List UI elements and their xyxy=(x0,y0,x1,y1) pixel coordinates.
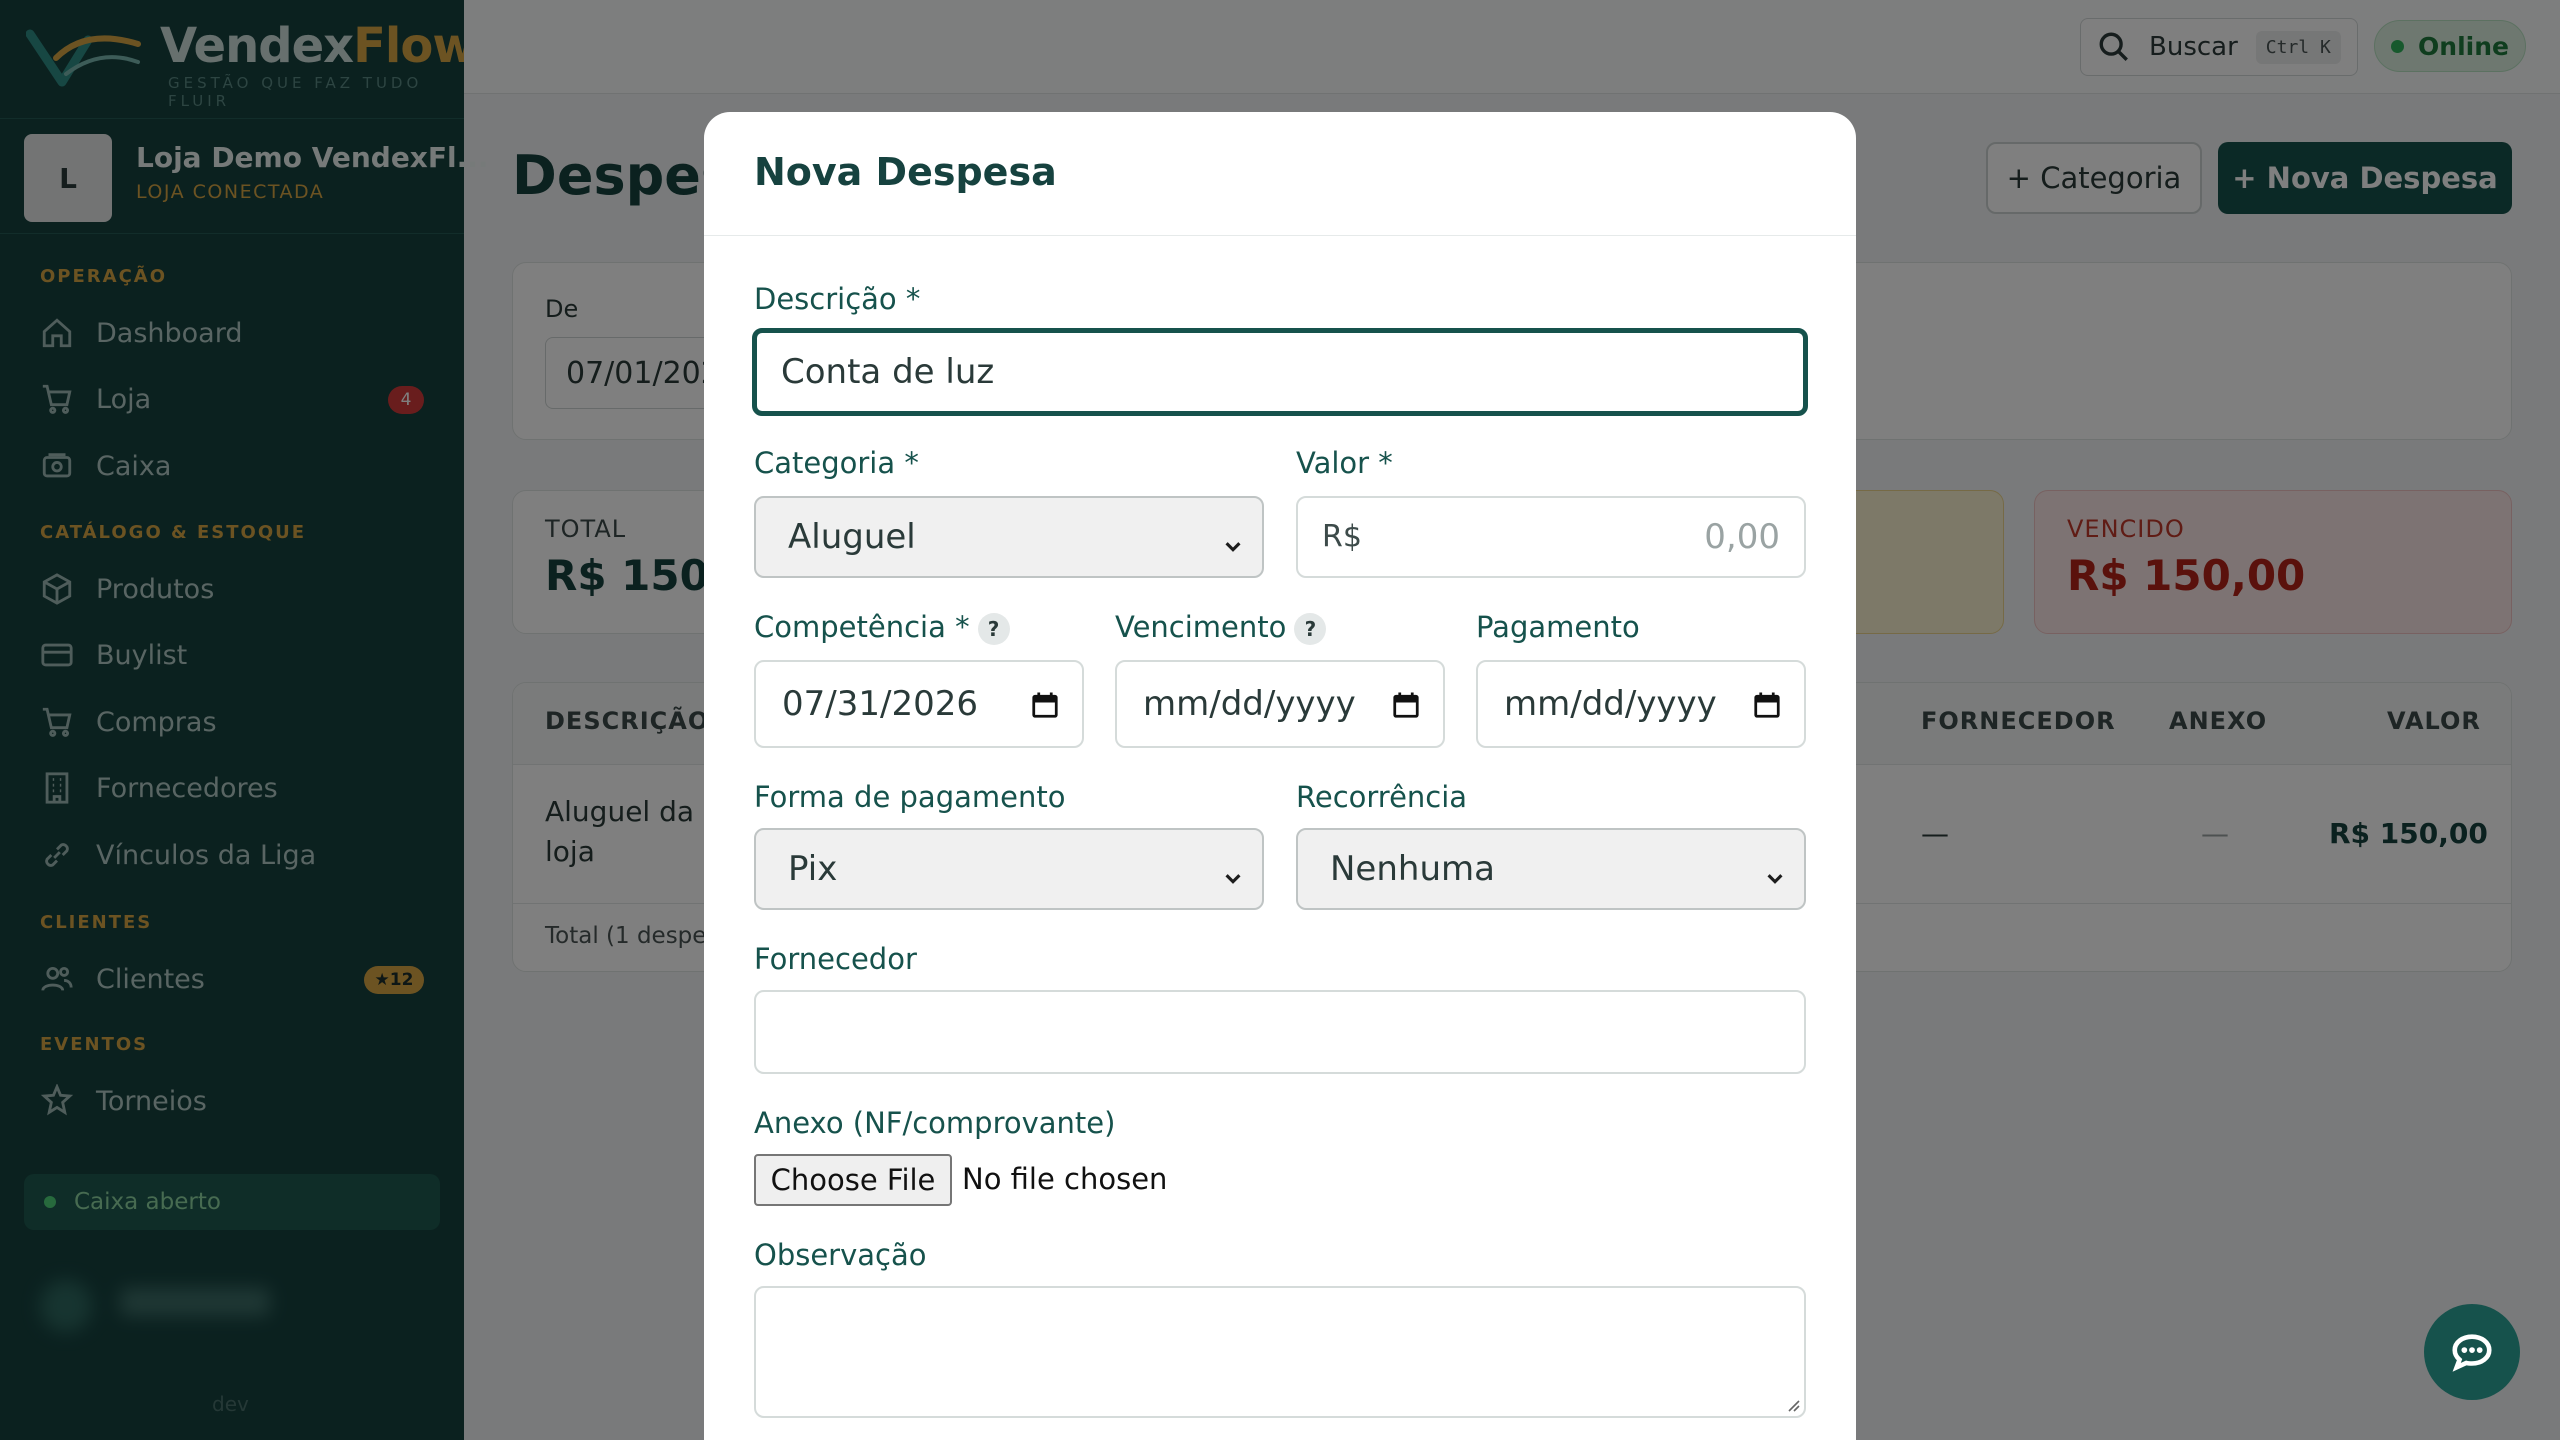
chevron-down-icon xyxy=(1764,858,1786,884)
new-expense-modal: Nova Despesa Descrição * Conta de luz Ca… xyxy=(704,112,1856,1440)
competence-label: Competência *? xyxy=(754,610,1010,645)
category-label: Categoria * xyxy=(754,446,919,480)
supplier-input[interactable] xyxy=(754,990,1806,1074)
modal-title: Nova Despesa xyxy=(754,150,1057,194)
supplier-label: Fornecedor xyxy=(754,942,917,976)
chat-button[interactable] xyxy=(2424,1304,2520,1400)
calendar-icon[interactable] xyxy=(1391,689,1421,719)
notes-textarea[interactable] xyxy=(754,1286,1806,1418)
modal-header: Nova Despesa xyxy=(704,112,1856,236)
due-label: Vencimento? xyxy=(1115,610,1327,645)
notes-label: Observação xyxy=(754,1238,927,1272)
chevron-down-icon xyxy=(1222,858,1244,884)
file-status: No file chosen xyxy=(962,1162,1168,1196)
calendar-icon[interactable] xyxy=(1030,689,1060,719)
calendar-icon[interactable] xyxy=(1752,689,1782,719)
category-select[interactable]: Aluguel xyxy=(754,496,1264,578)
payment-method-select[interactable]: Pix xyxy=(754,828,1264,910)
help-icon[interactable]: ? xyxy=(977,613,1010,645)
amount-input[interactable]: R$ 0,00 xyxy=(1296,496,1806,578)
recurrence-select[interactable]: Nenhuma xyxy=(1296,828,1806,910)
attachment-label: Anexo (NF/comprovante) xyxy=(754,1106,1116,1140)
help-icon[interactable]: ? xyxy=(1294,613,1327,645)
payment-date-input[interactable]: mm/dd/yyyy xyxy=(1476,660,1806,748)
description-input[interactable]: Conta de luz xyxy=(752,328,1808,416)
amount-label: Valor * xyxy=(1296,446,1393,480)
description-label: Descrição * xyxy=(754,282,921,316)
competence-date-input[interactable]: 07/31/2026 xyxy=(754,660,1084,748)
resize-handle-icon[interactable] xyxy=(1784,1396,1800,1412)
choose-file-button[interactable]: Choose File xyxy=(754,1154,952,1206)
currency-prefix: R$ xyxy=(1322,519,1362,555)
due-date-input[interactable]: mm/dd/yyyy xyxy=(1115,660,1445,748)
payment-method-label: Forma de pagamento xyxy=(754,780,1066,814)
payment-date-label: Pagamento xyxy=(1476,610,1640,644)
chat-icon xyxy=(2452,1334,2492,1372)
chevron-down-icon xyxy=(1222,526,1244,552)
recurrence-label: Recorrência xyxy=(1296,780,1468,814)
